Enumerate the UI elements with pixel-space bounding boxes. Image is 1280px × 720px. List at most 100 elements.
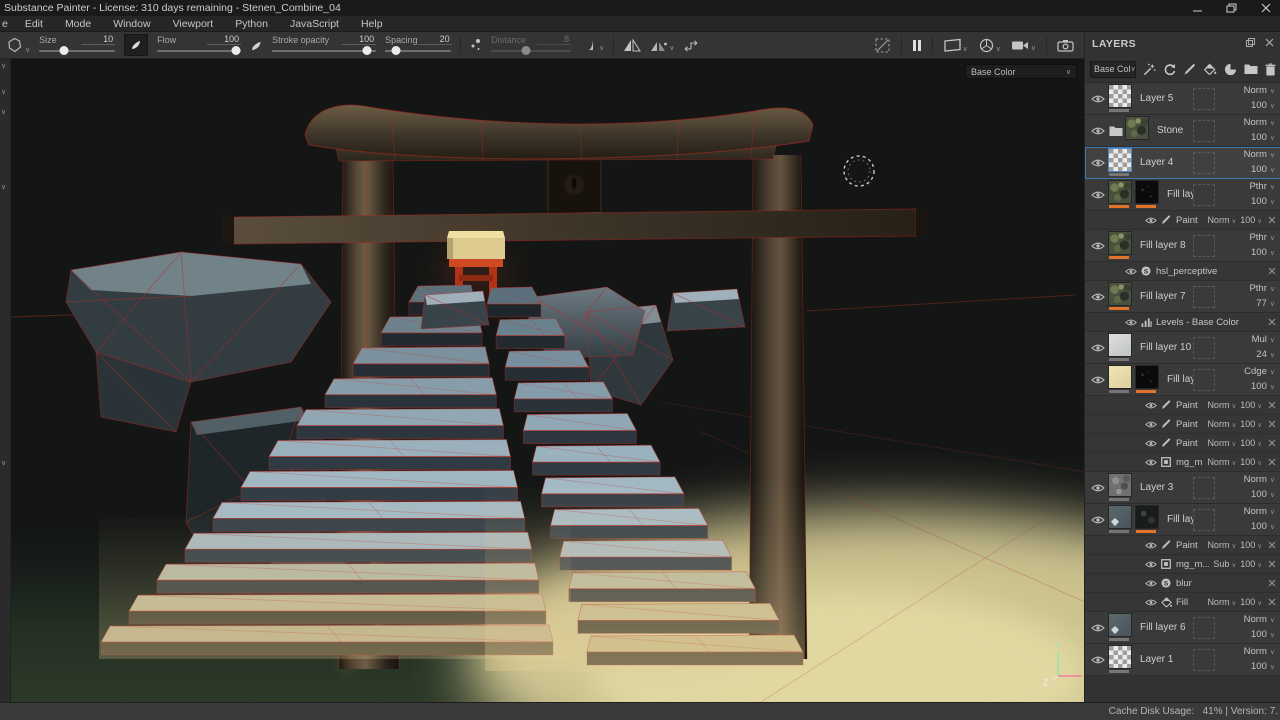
layer-thumbnail[interactable] [1136,366,1158,388]
effect-row-hsl-perceptive[interactable]: Shsl_perceptive [1085,262,1280,281]
add-smart-mask-icon[interactable] [1224,63,1237,76]
effect-opacity-select[interactable]: 100 [1240,400,1262,410]
close-button[interactable] [1260,3,1272,13]
blend-mode-select[interactable]: Norm [1244,85,1275,96]
blend-mode-select[interactable]: Norm [1244,646,1275,657]
eye-visibility-toggle[interactable] [1145,401,1161,410]
stroke-opacity-slider[interactable] [272,45,376,56]
remove-effect-icon[interactable] [1268,401,1277,409]
remove-effect-icon[interactable] [1268,541,1277,549]
size-value[interactable]: 10 [81,34,115,45]
effect-row-levels-base-color[interactable]: Levels - Base Color [1085,313,1280,332]
layer-thumbnail[interactable] [1109,149,1131,171]
blend-mode-select[interactable]: Mul [1252,334,1275,345]
layer-thumbnail[interactable] [1109,366,1131,388]
effect-row-paint[interactable]: PaintNorm100 [1085,434,1280,453]
delete-layer-trash-icon[interactable] [1265,63,1276,76]
remove-effect-icon[interactable] [1268,216,1277,224]
layer-row-stone[interactable]: StoneNorm100 [1085,115,1280,147]
opacity-select[interactable]: 100 [1251,489,1275,500]
eye-visibility-toggle[interactable] [1145,216,1161,225]
scatter-dots-icon[interactable] [470,38,482,52]
eye-visibility-toggle[interactable] [1091,655,1109,665]
flow-slider[interactable] [157,45,241,56]
remove-effect-icon[interactable] [1268,579,1277,587]
remove-effect-icon[interactable] [1268,420,1277,428]
eye-visibility-toggle[interactable] [1091,343,1109,353]
effect-blend-select[interactable]: Norm [1207,540,1236,550]
eye-visibility-toggle[interactable] [1091,158,1109,168]
opacity-select[interactable]: 77 [1256,298,1275,309]
effect-blend-select[interactable]: Norm [1207,400,1236,410]
blend-mode-select[interactable]: Pthr [1249,181,1275,192]
opacity-select[interactable]: 100 [1251,196,1275,207]
screenshot-camera-icon[interactable] [1057,39,1074,52]
eye-visibility-toggle[interactable] [1125,267,1141,276]
layer-thumbnail[interactable] [1109,283,1131,305]
stroke-opacity-value[interactable]: 100 [342,34,376,45]
camera-view-icon[interactable]: ∨ [1011,39,1036,52]
layer-thumbnail[interactable] [1109,85,1131,107]
smart-material-icon[interactable] [1163,63,1176,76]
effect-opacity-select[interactable]: 100 [1240,457,1262,467]
menu-item-mode[interactable]: Mode [54,16,102,31]
opacity-select[interactable]: 24 [1256,349,1275,360]
symmetry-options-icon[interactable]: ∨ [650,39,674,52]
flow-value[interactable]: 100 [207,34,241,45]
stencil-off-icon[interactable] [874,37,891,54]
eye-visibility-toggle[interactable] [1091,190,1109,200]
eye-visibility-toggle[interactable] [1145,439,1161,448]
effect-blend-select[interactable]: Sub [1213,559,1236,569]
float-panel-icon[interactable] [1246,38,1255,50]
blend-mode-select[interactable]: Pthr [1249,283,1275,294]
effect-blend-select[interactable]: Norm [1207,438,1236,448]
layer-thumbnail[interactable] [1126,117,1148,139]
opacity-select[interactable]: 100 [1251,247,1275,258]
opacity-select[interactable]: 100 [1251,132,1275,143]
channel-filter-dropdown[interactable]: Base Col [1090,61,1136,78]
layer-row-fill-layer-10[interactable]: Fill layer 10Mul24 [1085,332,1280,364]
effect-row-paint[interactable]: PaintNorm100 [1085,415,1280,434]
opacity-select[interactable]: 100 [1251,661,1275,672]
effect-blend-select[interactable]: Norm [1207,457,1236,467]
opacity-select[interactable]: 100 [1251,100,1275,111]
eye-visibility-toggle[interactable] [1091,94,1109,104]
eye-visibility-toggle[interactable] [1125,318,1141,327]
blend-mode-select[interactable]: Norm [1244,149,1275,160]
eye-visibility-toggle[interactable] [1091,515,1109,525]
layer-row-layer-4[interactable]: Layer 4Norm100 [1085,147,1280,179]
eye-visibility-toggle[interactable] [1145,458,1161,467]
menu-item-edit[interactable]: Edit [14,16,54,31]
opacity-select[interactable]: 100 [1251,381,1275,392]
layer-row-layer-1[interactable]: Layer 1Norm100 [1085,644,1280,676]
eye-visibility-toggle[interactable] [1091,241,1109,251]
effect-row-blur[interactable]: Sblur [1085,574,1280,593]
menu-item-file-partial[interactable]: e [0,16,14,31]
flow-stamp-icon[interactable] [250,38,263,52]
layer-row-fill-layer-8[interactable]: Fill layer 8Pthr100 [1085,230,1280,262]
size-slider[interactable] [39,45,115,56]
effect-opacity-select[interactable]: 100 [1240,215,1262,225]
layer-thumbnail[interactable] [1109,646,1131,668]
layer-row-fill-layer-9[interactable]: Fill layer 9Pthr100 [1085,179,1280,211]
layer-thumbnail[interactable] [1109,614,1131,636]
blend-mode-select[interactable]: Norm [1244,474,1275,485]
blend-mode-select[interactable]: Norm [1244,117,1275,128]
remove-effect-icon[interactable] [1268,439,1277,447]
layer-thumbnail[interactable] [1136,181,1158,203]
symmetry-icon[interactable] [623,39,641,52]
remove-effect-icon[interactable] [1268,267,1277,275]
effect-row-paint[interactable]: PaintNorm100 [1085,536,1280,555]
effect-opacity-select[interactable]: 100 [1240,419,1262,429]
menu-item-viewport[interactable]: Viewport [162,16,225,31]
effect-blend-select[interactable]: Norm [1207,419,1236,429]
effect-opacity-select[interactable]: 100 [1240,597,1262,607]
layer-thumbnail[interactable] [1109,474,1131,496]
layer-row-fill-layer-4[interactable]: Fill layer 4Cdge100 [1085,364,1280,396]
material-view-icon[interactable]: ∨ [978,38,1001,53]
remove-effect-icon[interactable] [1268,458,1277,466]
layer-row-layer-3[interactable]: Layer 3Norm100 [1085,472,1280,504]
layer-thumbnail[interactable] [1109,232,1131,254]
eye-visibility-toggle[interactable] [1145,598,1161,607]
eye-visibility-toggle[interactable] [1091,292,1109,302]
